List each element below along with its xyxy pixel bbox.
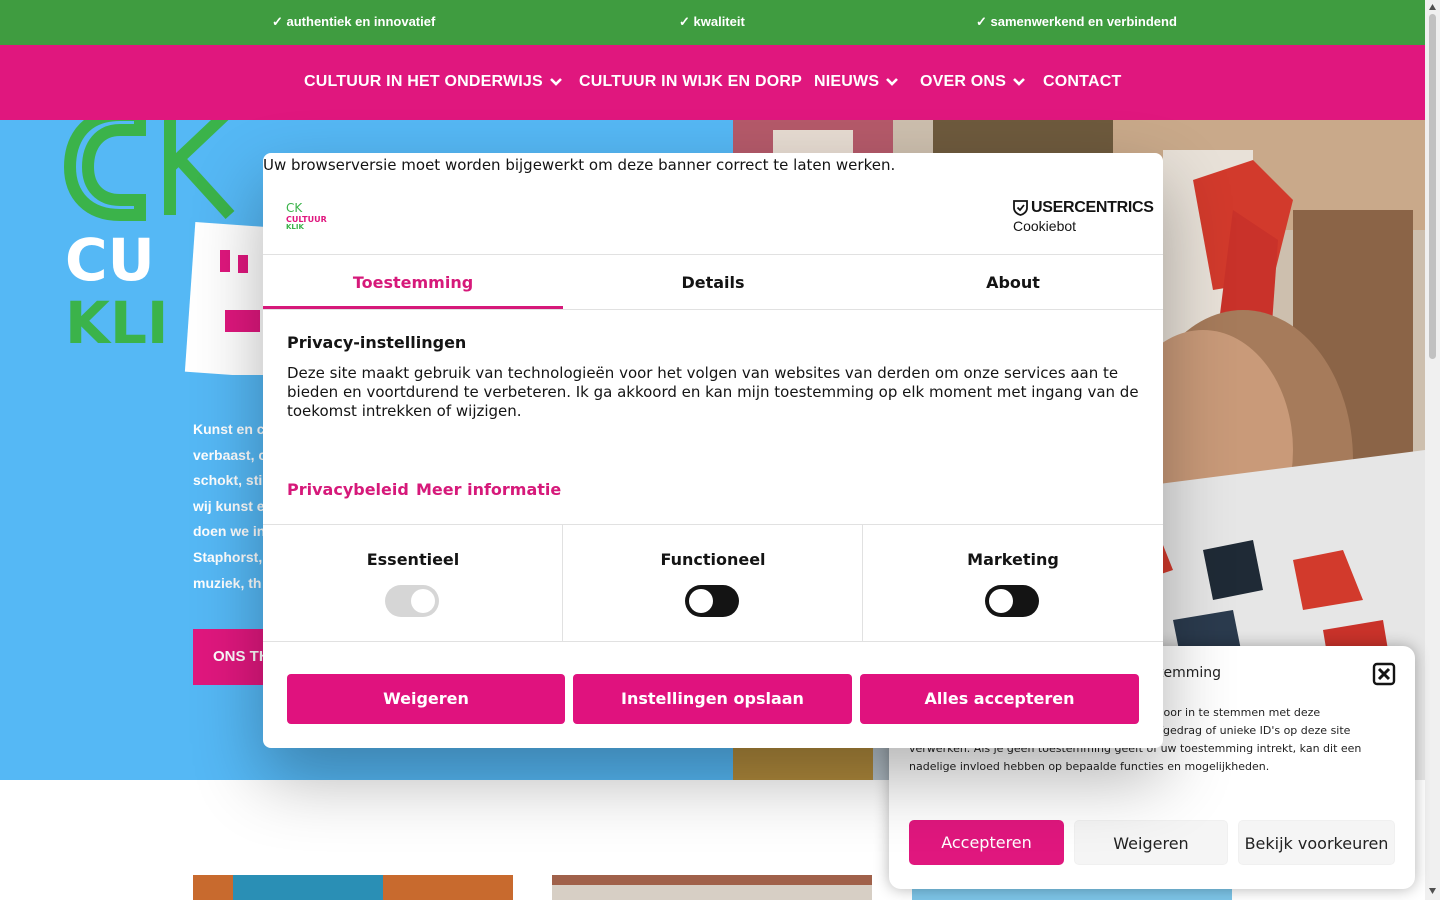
hero-text-line: Kunst en c [193, 421, 265, 437]
toggle-knob [989, 589, 1013, 613]
privacy-settings-heading: Privacy-instellingen [287, 333, 467, 352]
scrollbar-thumb[interactable] [1429, 14, 1436, 359]
usp-item: ✓ authentiek en innovatief [272, 14, 436, 29]
card-image[interactable] [552, 875, 872, 900]
shield-icon [1013, 200, 1028, 216]
hero-text-line: verbaast, c [193, 446, 267, 463]
card-image[interactable] [193, 875, 513, 900]
svg-text:KLIK: KLIK [286, 223, 304, 231]
nav-item-label: CULTUUR IN HET ONDERWIJS [304, 73, 543, 90]
nav-item-label: OVER ONS [920, 73, 1007, 90]
more-info-link[interactable]: Meer informatie [416, 480, 561, 499]
cookiebot-dialog: Uw browserversie moet worden bijgewerkt … [263, 153, 1163, 748]
accept-all-button[interactable]: Alles accepteren [860, 674, 1139, 724]
functioneel-toggle[interactable] [685, 585, 739, 617]
nav-item-contact[interactable]: CONTACT [1043, 73, 1121, 91]
deny-button[interactable]: Weigeren [1074, 820, 1228, 865]
tab-about[interactable]: About [863, 254, 1163, 309]
svg-text:KLI: KLI [65, 289, 168, 357]
divider [263, 309, 1163, 310]
nav-item-nieuws[interactable]: NIEUWS [814, 73, 899, 91]
site-logo-image: CK CULTUUR KLIK [286, 201, 327, 231]
hero-text-line: wij kunst e [193, 497, 265, 514]
nav-item-label: CONTACT [1043, 73, 1122, 90]
view-preferences-button[interactable]: Bekijk voorkeuren [1238, 820, 1395, 865]
close-icon[interactable] [1372, 662, 1396, 686]
category-label: Essentieel [366, 550, 460, 569]
main-navigation: CULTUUR IN HET ONDERWIJS CULTUUR IN WIJK… [0, 45, 1425, 120]
usercentrics-brand: USERCENTRICS Cookiebot [1013, 199, 1154, 235]
chevron-down-icon [549, 78, 562, 86]
nav-item-over-ons[interactable]: OVER ONS [920, 73, 1026, 91]
marketing-toggle[interactable] [985, 585, 1039, 617]
category-label: Functioneel [660, 550, 766, 569]
essentieel-toggle [385, 585, 439, 617]
chevron-down-icon [886, 78, 899, 86]
nav-item-cultuur-onderwijs[interactable]: CULTUUR IN HET ONDERWIJS [304, 73, 563, 91]
page-scrollbar[interactable] [1425, 0, 1440, 900]
toggle-knob [689, 589, 713, 613]
hero-text-line: doen we in [193, 523, 266, 540]
browser-warning-text: Uw browserversie moet worden bijgewerkt … [263, 156, 896, 174]
hero-text-line: muziek, th [193, 574, 262, 591]
svg-text:CK: CK [286, 201, 303, 215]
privacy-description: Deze site maakt gebruik van technologieë… [287, 364, 1139, 420]
hero-text-line: Staphorst, [193, 548, 263, 565]
chevron-down-icon [1013, 78, 1025, 86]
cookie-banner-title: temming [1158, 665, 1222, 681]
usp-item: ✓ samenwerkend en verbindend [976, 14, 1177, 29]
svg-text:CU: CU [65, 226, 155, 294]
toggle-knob [411, 589, 435, 613]
save-settings-button[interactable]: Instellingen opslaan [573, 674, 852, 724]
nav-item-label: NIEUWS [814, 73, 880, 90]
hero-text-line: schokt, stir [193, 472, 268, 489]
usp-item: ✓ kwaliteit [679, 14, 745, 29]
category-marketing: Marketing [863, 524, 1163, 641]
privacy-policy-link[interactable]: Privacybeleid [287, 480, 409, 499]
nav-item-cultuur-wijk[interactable]: CULTUUR IN WIJK EN DORP [579, 73, 802, 91]
weigeren-button[interactable]: Weigeren [287, 674, 565, 724]
usp-bar: ✓ authentiek en innovatief ✓ kwaliteit ✓… [0, 0, 1425, 45]
category-label: Marketing [967, 550, 1059, 569]
tab-toestemming[interactable]: Toestemming [263, 254, 563, 309]
divider [263, 641, 1163, 642]
scroll-down-icon[interactable] [1428, 887, 1437, 895]
scroll-up-icon[interactable] [1428, 3, 1437, 11]
cookiebot-subtitle: Cookiebot [1013, 218, 1077, 234]
category-functioneel: Functioneel [563, 524, 863, 641]
usercentrics-title: USERCENTRICS [1031, 199, 1154, 216]
tab-details[interactable]: Details [563, 254, 863, 309]
category-essentieel: Essentieel [263, 524, 563, 641]
hero-intro-text: Kunst en c verbaast, c schokt, stir wij … [193, 417, 273, 596]
nav-item-label: CULTUUR IN WIJK EN DORP [579, 73, 802, 90]
accept-button[interactable]: Accepteren [909, 820, 1064, 865]
